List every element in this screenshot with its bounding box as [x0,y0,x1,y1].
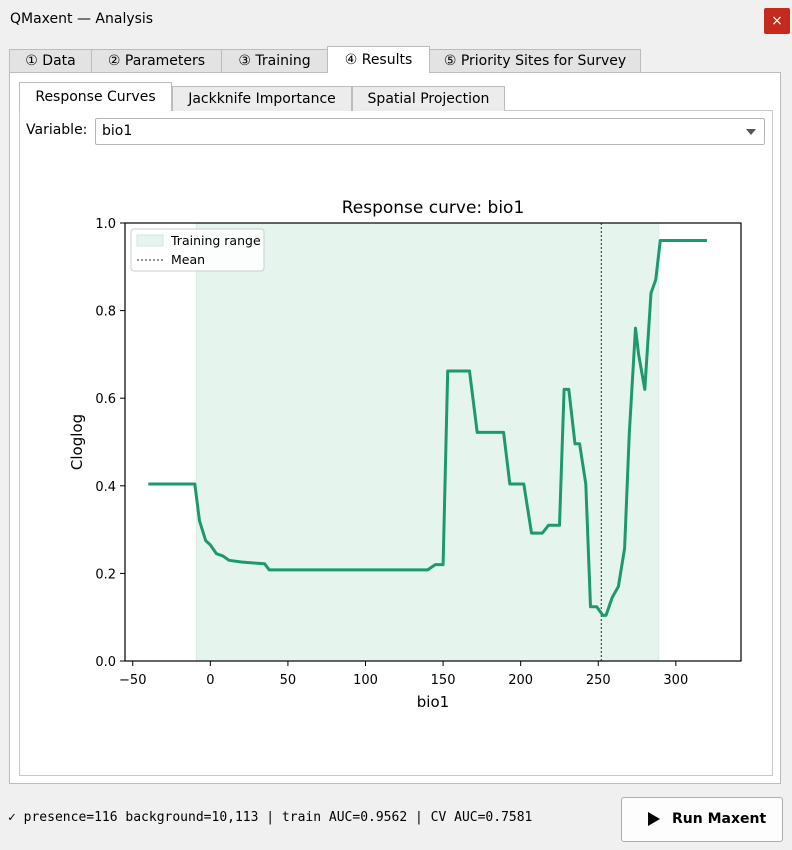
run-maxent-label: Run Maxent [672,811,767,827]
close-button[interactable]: × [764,8,790,34]
y-tick-label: 0.8 [95,305,116,320]
run-maxent-button[interactable]: Run Maxent [621,797,783,842]
x-axis-ticks: −50 0 50 100 150 200 250 300 [119,661,688,688]
x-axis-label: bio1 [417,693,449,711]
chevron-down-icon [746,129,756,135]
tab-data[interactable]: ① Data [9,49,92,72]
x-tick-label: 150 [431,673,456,688]
y-axis-ticks: 0.0 0.2 0.4 0.6 0.8 1.0 [95,217,125,670]
y-tick-label: 0.2 [95,567,116,582]
y-tick-label: 0.0 [95,655,116,670]
chart-title: Response curve: bio1 [342,198,525,218]
tab-parameters[interactable]: ② Parameters [91,49,222,72]
x-tick-label: 300 [663,673,688,688]
chart-legend: Training range Mean [130,228,265,272]
x-tick-label: 250 [586,673,611,688]
x-tick-label: 0 [206,673,214,688]
status-bar-text: ✓ presence=116 background=10,113 | train… [8,810,533,825]
window-title: QMaxent — Analysis [10,11,154,27]
x-tick-label: 100 [353,673,378,688]
x-tick-label: 200 [508,673,533,688]
x-tick-label: 50 [280,673,297,688]
tab-priority-sites[interactable]: ⑤ Priority Sites for Survey [429,49,641,72]
variable-select[interactable]: bio1 [95,118,765,145]
title-bar: QMaxent — Analysis × [0,0,792,40]
tab-jackknife-importance[interactable]: Jackknife Importance [172,86,352,111]
legend-swatch-training-range [136,234,164,247]
y-tick-label: 0.6 [95,392,116,407]
y-tick-label: 1.0 [95,217,116,232]
tab-results[interactable]: ④ Results [327,46,430,73]
response-curve-chart: −50 0 50 100 150 200 250 300 0.0 0.2 0.4 0.6 0.8 1.0… [68,198,742,711]
legend-label-training-range: Training range [170,233,261,248]
tab-response-curves[interactable]: Response Curves [19,82,172,111]
x-tick-label: −50 [119,673,146,688]
y-tick-label: 0.4 [95,480,116,495]
y-axis-label: Cloglog [68,414,86,470]
tab-spatial-projection[interactable]: Spatial Projection [352,86,505,111]
variable-value: bio1 [102,123,133,139]
legend-label-mean: Mean [171,252,205,267]
tab-training[interactable]: ③ Training [221,49,328,72]
variable-label: Variable: [26,122,88,138]
play-icon [648,812,660,826]
